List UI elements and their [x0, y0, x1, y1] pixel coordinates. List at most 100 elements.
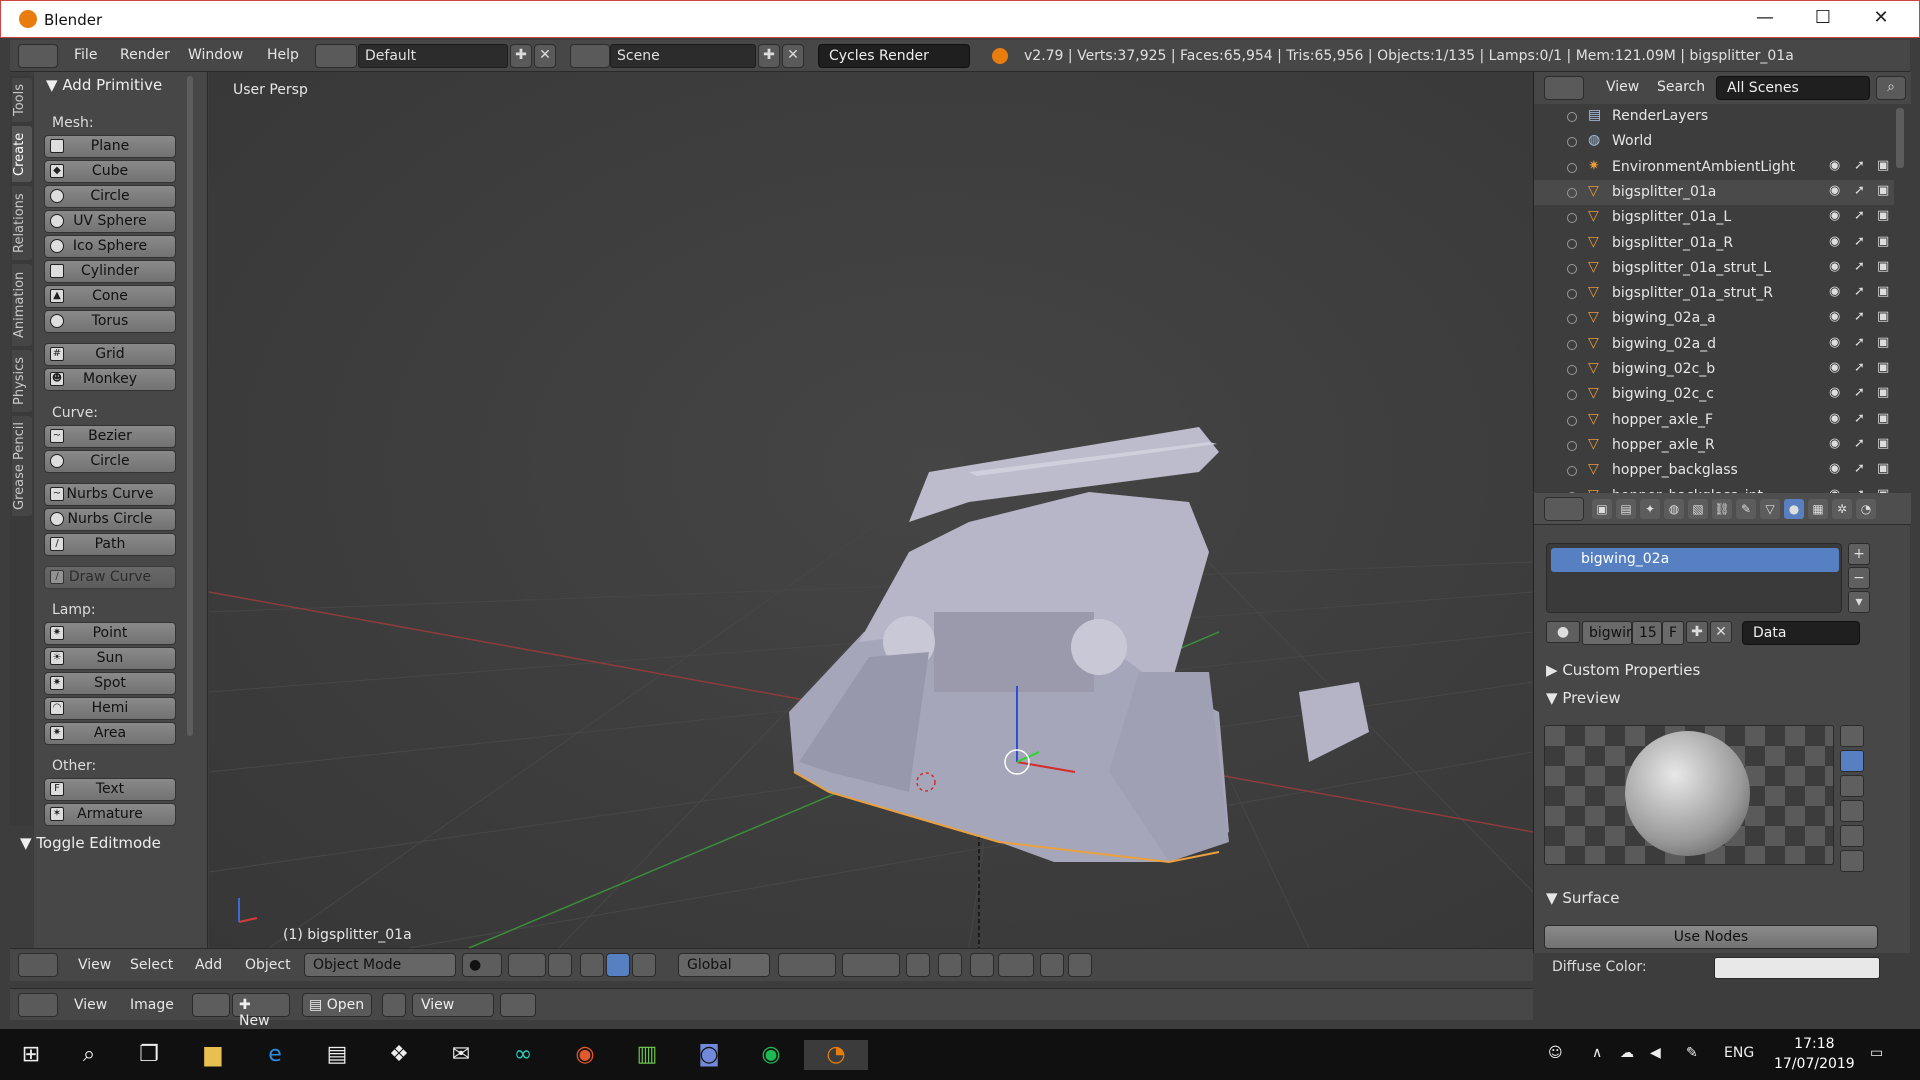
draw-curve-button[interactable]: / Draw Curve	[44, 566, 176, 589]
selectable-cursor-icon[interactable]: ➚	[1854, 385, 1865, 400]
spotify-icon[interactable]: ◉	[756, 1040, 786, 1070]
add-slot-icon[interactable]: +	[1848, 543, 1870, 565]
tab-create[interactable]: Create	[12, 126, 32, 182]
visibility-eye-icon[interactable]: ◉	[1829, 284, 1840, 299]
add-nurbs-curve-button[interactable]: ~ Nurbs Curve	[44, 483, 176, 506]
add-plane-button[interactable]: Plane	[44, 135, 176, 158]
preview-flat-icon[interactable]	[1840, 725, 1864, 747]
scene-icon[interactable]	[570, 44, 610, 68]
expand-icon[interactable]	[1567, 365, 1577, 375]
material-users-count[interactable]: 15	[1632, 621, 1662, 645]
snap-icon[interactable]	[970, 953, 994, 977]
add-bezier-circle-button[interactable]: Circle	[44, 450, 176, 473]
scale-icon[interactable]	[632, 953, 656, 977]
constraints-tab-icon[interactable]: ⛓	[1712, 499, 1732, 519]
visibility-eye-icon[interactable]: ◉	[1829, 411, 1840, 426]
add-area-lamp-button[interactable]: ✷ Area	[44, 722, 176, 745]
editor-type-properties-icon[interactable]	[1544, 497, 1584, 521]
expand-icon[interactable]	[1567, 112, 1577, 122]
visibility-eye-icon[interactable]: ◉	[1829, 461, 1840, 476]
expand-icon[interactable]	[1567, 289, 1577, 300]
expand-icon[interactable]	[1567, 263, 1577, 274]
tab-animation[interactable]: Animation	[12, 264, 32, 346]
add-text-button[interactable]: F Text	[44, 778, 176, 801]
outliner-scenes-dropdown[interactable]: All Scenes	[1716, 76, 1870, 100]
renderable-camera-icon[interactable]: ▣	[1877, 284, 1889, 299]
preview-sky-icon[interactable]	[1840, 850, 1864, 872]
material-name-field[interactable]: bigwing	[1582, 621, 1644, 645]
add-circle-button[interactable]: Circle	[44, 185, 176, 208]
chrome-icon[interactable]: ◉	[570, 1040, 600, 1070]
outliner-menu-view[interactable]: View	[1606, 79, 1639, 95]
unlink-material-icon[interactable]: ✕	[1710, 621, 1732, 643]
image-menu[interactable]: Image	[130, 997, 174, 1013]
selectable-cursor-icon[interactable]: ➚	[1854, 234, 1865, 249]
texture-tab-icon[interactable]: ▦	[1808, 499, 1828, 519]
uv-snap-icon[interactable]	[500, 993, 536, 1017]
visibility-eye-icon[interactable]: ◉	[1829, 436, 1840, 451]
object-menu[interactable]: Object	[245, 957, 291, 973]
snap-element-icon[interactable]	[998, 953, 1034, 977]
tab-relations[interactable]: Relations	[12, 186, 32, 260]
render-layer-icon[interactable]	[906, 953, 930, 977]
renderable-camera-icon[interactable]: ▣	[1877, 436, 1889, 451]
add-uv-sphere-button[interactable]: UV Sphere	[44, 210, 176, 233]
outliner-item[interactable]: ▽ hopper_backglass ◉ ➚ ▣	[1534, 458, 1894, 483]
add-nurbs-circle-button[interactable]: Nurbs Circle	[44, 508, 176, 531]
renderable-camera-icon[interactable]: ▣	[1877, 385, 1889, 400]
physics-tab-icon[interactable]: ◔	[1856, 499, 1876, 519]
visibility-eye-icon[interactable]: ◉	[1829, 385, 1840, 400]
selectable-cursor-icon[interactable]: ➚	[1854, 284, 1865, 299]
renderable-camera-icon[interactable]: ▣	[1877, 461, 1889, 476]
outliner-item[interactable]: ▽ bigsplitter_01a_strut_R ◉ ➚ ▣	[1534, 281, 1894, 306]
add-armature-button[interactable]: ✶ Armature	[44, 803, 176, 826]
viewport-shading-icon[interactable]: ●	[462, 953, 502, 977]
visibility-eye-icon[interactable]: ◉	[1829, 208, 1840, 223]
selectable-cursor-icon[interactable]: ➚	[1854, 436, 1865, 451]
data-tab-icon[interactable]: ▽	[1760, 499, 1780, 519]
preview-header[interactable]: ▼ Preview	[1546, 689, 1621, 707]
volume-icon[interactable]: ◀	[1650, 1045, 1661, 1061]
expand-icon[interactable]	[1567, 415, 1577, 426]
outliner-item[interactable]: ▽ bigsplitter_01a_L ◉ ➚ ▣	[1534, 205, 1894, 230]
layers-grid-1[interactable]	[778, 953, 836, 977]
renderable-camera-icon[interactable]: ▣	[1877, 183, 1889, 198]
spreadsheet-app-icon[interactable]: ▥	[632, 1040, 662, 1070]
onedrive-icon[interactable]: ☁	[1620, 1045, 1634, 1061]
3d-viewport[interactable]: User Persp (1) bigsplitter_01a	[209, 72, 1533, 948]
open-image-button[interactable]: ▤ Open	[302, 993, 372, 1017]
blender-taskbar-icon[interactable]: ◔	[804, 1040, 868, 1070]
outliner-item[interactable]: ▽ bigwing_02c_b ◉ ➚ ▣	[1534, 357, 1894, 382]
mail-icon[interactable]: ✉	[446, 1040, 476, 1070]
expand-icon[interactable]	[1567, 162, 1577, 173]
renderable-camera-icon[interactable]: ▣	[1877, 158, 1889, 173]
slot-menu-icon[interactable]: ▾	[1848, 591, 1870, 613]
pivot-point-icon[interactable]	[508, 953, 546, 977]
selectable-cursor-icon[interactable]: ➚	[1854, 411, 1865, 426]
screen-layout-icon[interactable]	[315, 44, 357, 68]
remove-slot-icon[interactable]: −	[1848, 567, 1870, 589]
outliner-menu-search[interactable]: Search	[1657, 79, 1705, 95]
editor-type-outliner-icon[interactable]	[1544, 76, 1584, 100]
outliner-item[interactable]: ◍ World	[1534, 129, 1894, 154]
add-grid-button[interactable]: # Grid	[44, 343, 176, 366]
add-hemi-lamp-button[interactable]: ◠ Hemi	[44, 697, 176, 720]
toggle-editmode-header[interactable]: ▼ Toggle Editmode	[20, 834, 161, 852]
preview-hair-icon[interactable]	[1840, 825, 1864, 847]
maximize-button[interactable]: ☐	[1803, 7, 1843, 28]
pen-icon[interactable]: ✎	[1686, 1045, 1698, 1061]
visibility-eye-icon[interactable]: ◉	[1829, 309, 1840, 324]
surface-header[interactable]: ▼ Surface	[1546, 889, 1619, 907]
visibility-eye-icon[interactable]: ◉	[1829, 259, 1840, 274]
expand-icon[interactable]	[1567, 390, 1577, 401]
expand-icon[interactable]	[1567, 440, 1577, 451]
particles-tab-icon[interactable]: ✲	[1832, 499, 1852, 519]
windows-start-icon[interactable]: ⊞	[16, 1040, 46, 1070]
new-material-icon[interactable]: ✚	[1686, 621, 1708, 643]
add-path-button[interactable]: / Path	[44, 533, 176, 556]
add-torus-button[interactable]: Torus	[44, 310, 176, 333]
outliner-item[interactable]: ▽ hopper_axle_F ◉ ➚ ▣	[1534, 408, 1894, 433]
add-spot-lamp-button[interactable]: ✷ Spot	[44, 672, 176, 695]
add-monkey-button[interactable]: ☻ Monkey	[44, 368, 176, 391]
renderable-camera-icon[interactable]: ▣	[1877, 208, 1889, 223]
